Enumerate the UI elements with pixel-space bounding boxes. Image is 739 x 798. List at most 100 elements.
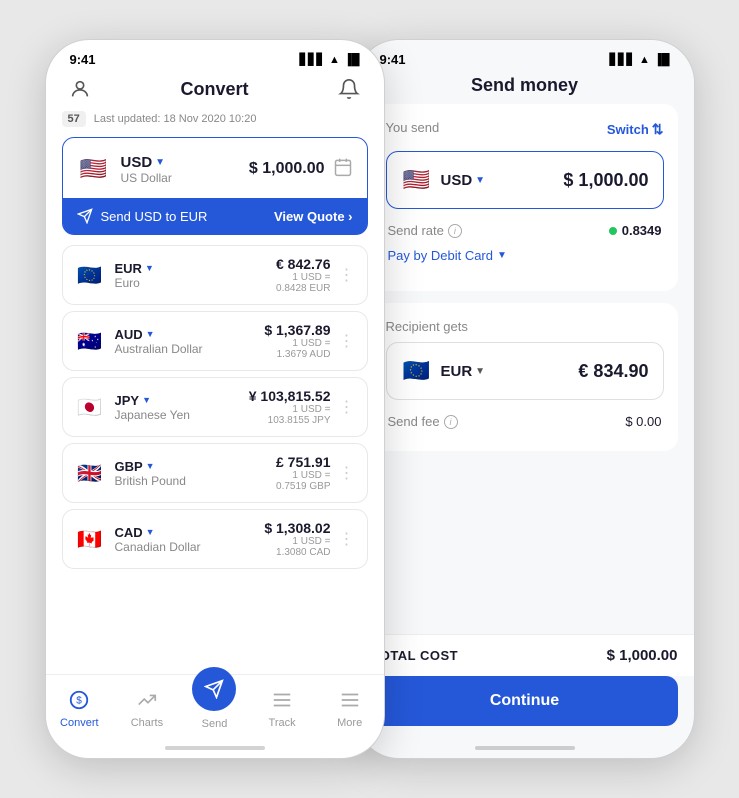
track-tab-label: Track bbox=[269, 717, 296, 729]
send-rate-info-icon[interactable]: i bbox=[448, 224, 462, 238]
list-item[interactable]: 🇦🇺 AUD ▼ Australian Dollar $ 1,367.89 1 … bbox=[62, 311, 368, 371]
recipient-chevron-down-icon[interactable]: ▼ bbox=[475, 366, 485, 377]
more-tab-icon bbox=[336, 686, 364, 714]
send-fee-info-icon[interactable]: i bbox=[444, 415, 458, 429]
continue-button[interactable]: Continue bbox=[372, 676, 678, 726]
phone-convert: 9:41 ▋▋▋ ▲ ▐█ Convert bbox=[45, 39, 385, 759]
gbp-amounts: £ 751.91 1 USD =0.7519 GBP bbox=[276, 454, 331, 492]
eur-code: EUR ▼ bbox=[115, 261, 154, 276]
convert-tab-icon: $ bbox=[65, 686, 93, 714]
list-item[interactable]: 🇯🇵 JPY ▼ Japanese Yen ¥ 103,815.52 1 USD… bbox=[62, 377, 368, 437]
send-bar-icon bbox=[77, 208, 93, 224]
jpy-more-icon[interactable]: ⋮ bbox=[339, 397, 355, 417]
last-updated-bar: 57 Last updated: 18 Nov 2020 10:20 bbox=[62, 111, 368, 127]
recipient-code: EUR ▼ bbox=[441, 363, 486, 380]
send-content: You send Switch ⇅ 🇺🇸 USD ▼ bbox=[356, 104, 694, 634]
jpy-code: JPY ▼ bbox=[115, 393, 190, 408]
nav-header-2: Send money bbox=[356, 71, 694, 104]
primary-currency-card[interactable]: 🇺🇸 USD ▼ US Dollar $ 1,000.00 bbox=[62, 137, 368, 235]
recipient-currency-left: 🇪🇺 EUR ▼ bbox=[401, 355, 486, 387]
eur-right: € 842.76 1 USD =0.8428 EUR ⋮ bbox=[276, 256, 355, 294]
send-rate-value: 0.8349 bbox=[609, 223, 662, 238]
aud-code: AUD ▼ bbox=[115, 327, 203, 342]
cad-amount: $ 1,308.02 bbox=[264, 520, 330, 536]
gbp-right: £ 751.91 1 USD =0.7519 GBP ⋮ bbox=[276, 454, 355, 492]
send-fee-row: Send fee i $ 0.00 bbox=[386, 414, 664, 429]
list-item[interactable]: 🇨🇦 CAD ▼ Canadian Dollar $ 1,308.02 1 US… bbox=[62, 509, 368, 569]
status-icons-1: ▋▋▋ ▲ ▐█ bbox=[300, 53, 360, 66]
phones-container: 9:41 ▋▋▋ ▲ ▐█ Convert bbox=[0, 0, 739, 798]
home-bar-2 bbox=[475, 746, 575, 750]
cad-right: $ 1,308.02 1 USD =1.3080 CAD ⋮ bbox=[264, 520, 354, 558]
tab-convert[interactable]: $ Convert bbox=[46, 686, 114, 729]
tab-send[interactable]: Send bbox=[181, 685, 249, 730]
pay-method[interactable]: Pay by Debit Card ▼ bbox=[386, 248, 664, 263]
jpy-amounts: ¥ 103,815.52 1 USD =103.8155 JPY bbox=[249, 388, 331, 426]
wifi-icon-2: ▲ bbox=[639, 54, 650, 66]
you-send-code: USD ▼ bbox=[441, 172, 486, 189]
recipient-amount: € 834.90 bbox=[578, 361, 648, 382]
battery-icon-2: ▐█ bbox=[654, 54, 670, 66]
send-bar[interactable]: Send USD to EUR View Quote › bbox=[63, 198, 367, 234]
chevron-down-icon[interactable]: ▼ bbox=[475, 175, 485, 186]
pay-method-chevron: ▼ bbox=[497, 250, 507, 261]
eur-more-icon[interactable]: ⋮ bbox=[339, 265, 355, 285]
recipient-currency-box[interactable]: 🇪🇺 EUR ▼ € 834.90 bbox=[386, 342, 664, 400]
aud-right: $ 1,367.89 1 USD =1.3679 AUD ⋮ bbox=[264, 322, 354, 360]
gbp-code: GBP ▼ bbox=[115, 459, 186, 474]
send-bar-left: Send USD to EUR bbox=[77, 208, 208, 224]
view-quote[interactable]: View Quote › bbox=[274, 209, 353, 224]
calendar-icon[interactable] bbox=[333, 157, 353, 182]
convert-content: 57 Last updated: 18 Nov 2020 10:20 🇺🇸 US… bbox=[46, 111, 384, 674]
card-right: $ 1,000.00 bbox=[249, 157, 353, 182]
you-send-label: You send bbox=[386, 120, 440, 135]
aud-info: AUD ▼ Australian Dollar bbox=[115, 327, 203, 356]
cad-amounts: $ 1,308.02 1 USD =1.3080 CAD bbox=[264, 520, 330, 558]
last-updated-text: Last updated: 18 Nov 2020 10:20 bbox=[94, 113, 257, 125]
gbp-more-icon[interactable]: ⋮ bbox=[339, 463, 355, 483]
battery-icon: ▐█ bbox=[344, 54, 360, 66]
cad-rate: 1 USD =1.3080 CAD bbox=[264, 536, 330, 558]
aud-more-icon[interactable]: ⋮ bbox=[339, 331, 355, 351]
charts-tab-label: Charts bbox=[131, 717, 163, 729]
jpy-info: JPY ▼ Japanese Yen bbox=[115, 393, 190, 422]
jpy-rate: 1 USD =103.8155 JPY bbox=[249, 404, 331, 426]
tab-track[interactable]: Track bbox=[248, 686, 316, 729]
cad-more-icon[interactable]: ⋮ bbox=[339, 529, 355, 549]
switch-icon: ⇅ bbox=[652, 121, 664, 138]
person-icon[interactable] bbox=[66, 75, 94, 103]
list-item[interactable]: 🇬🇧 GBP ▼ British Pound £ 751.91 1 USD =0… bbox=[62, 443, 368, 503]
switch-link[interactable]: Switch ⇅ bbox=[607, 121, 664, 138]
you-send-amount: $ 1,000.00 bbox=[563, 170, 648, 191]
status-bar-1: 9:41 ▋▋▋ ▲ ▐█ bbox=[46, 40, 384, 71]
gbp-flag: 🇬🇧 bbox=[75, 458, 105, 488]
nav-title-1: Convert bbox=[180, 79, 248, 100]
gbp-rate: 1 USD =0.7519 GBP bbox=[276, 470, 331, 492]
gbp-left: 🇬🇧 GBP ▼ British Pound bbox=[75, 458, 186, 488]
gbp-info: GBP ▼ British Pound bbox=[115, 459, 186, 488]
cad-code: CAD ▼ bbox=[115, 525, 201, 540]
total-cost-bar: TOTAL COST $ 1,000.00 bbox=[356, 634, 694, 676]
tab-charts[interactable]: Charts bbox=[113, 686, 181, 729]
eur-flag: 🇪🇺 bbox=[75, 260, 105, 290]
send-fee-label: Send fee i bbox=[388, 414, 458, 429]
signal-icon-2: ▋▋▋ bbox=[610, 53, 635, 66]
home-indicator-1 bbox=[46, 738, 384, 758]
recipient-section: Recipient gets 🇪🇺 EUR ▼ € 834.90 bbox=[372, 303, 678, 451]
you-send-currency-left: 🇺🇸 USD ▼ bbox=[401, 164, 486, 196]
green-dot bbox=[609, 227, 617, 235]
tab-more[interactable]: More bbox=[316, 686, 384, 729]
eur-name: Euro bbox=[115, 276, 154, 290]
dropdown-arrow-usd[interactable]: ▼ bbox=[155, 157, 165, 168]
bell-icon[interactable] bbox=[335, 75, 363, 103]
usd-code: USD ▼ bbox=[121, 154, 172, 171]
you-send-currency-box[interactable]: 🇺🇸 USD ▼ $ 1,000.00 bbox=[386, 151, 664, 209]
list-item[interactable]: 🇪🇺 EUR ▼ Euro € 842.76 1 USD =0.8428 EUR… bbox=[62, 245, 368, 305]
send-rate-label: Send rate i bbox=[388, 223, 462, 238]
jpy-name: Japanese Yen bbox=[115, 408, 190, 422]
jpy-amount: ¥ 103,815.52 bbox=[249, 388, 331, 404]
card-left: 🇺🇸 USD ▼ US Dollar bbox=[77, 152, 172, 186]
phone-send: 9:41 ▋▋▋ ▲ ▐█ Send money You send Switch… bbox=[355, 39, 695, 759]
eur-amount: € 842.76 bbox=[276, 256, 331, 272]
aud-flag: 🇦🇺 bbox=[75, 326, 105, 356]
